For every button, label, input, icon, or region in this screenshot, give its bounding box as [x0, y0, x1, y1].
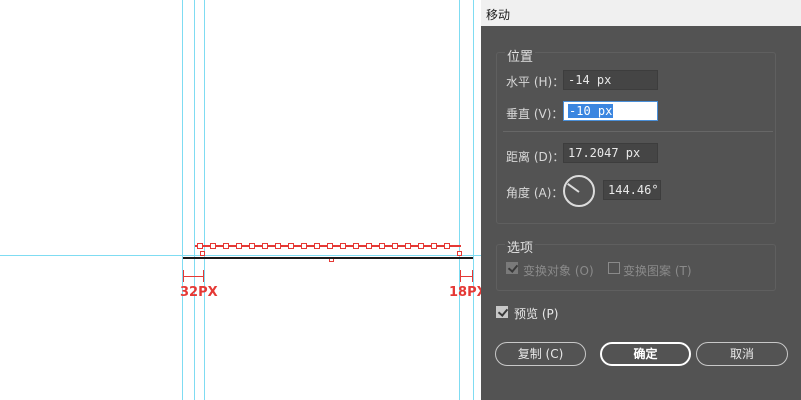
dimension-line: [183, 276, 204, 277]
artboard-canvas[interactable]: 32PX 18PX: [0, 0, 481, 400]
angle-dial-icon[interactable]: [563, 175, 595, 207]
segment-marker: [314, 243, 320, 249]
vertical-guide: [194, 0, 195, 400]
angle-label: 角度 (A)：: [506, 186, 564, 200]
segment-marker: [366, 243, 372, 249]
preview-checkbox[interactable]: [496, 306, 509, 318]
cancel-button[interactable]: 取消: [696, 342, 788, 366]
group-divider: [503, 131, 773, 132]
dimension-line: [460, 276, 473, 277]
checkmark-icon: [497, 306, 509, 317]
left-dimension-label: 32PX: [180, 285, 218, 300]
transform-patterns-checkbox[interactable]: [608, 262, 620, 274]
transform-patterns-label: 变换图案 (T): [623, 264, 692, 278]
segment-marker: [379, 243, 385, 249]
base-line[interactable]: [183, 257, 473, 259]
transform-objects-checkbox[interactable]: [506, 262, 519, 274]
segment-marker: [249, 243, 255, 249]
segment-marker: [418, 243, 424, 249]
dialog-title: 移动: [486, 8, 511, 22]
position-group-title: 位置: [505, 46, 536, 65]
segment-marker: [223, 243, 229, 249]
move-dialog: 移动 位置 水平 (H)： -14 px 垂直 (V)： -10 px 距离 (…: [481, 0, 801, 400]
vertical-guide: [182, 0, 183, 400]
right-dimension-label: 18PX: [449, 285, 481, 300]
vertical-input[interactable]: -10 px: [563, 101, 658, 121]
segment-marker: [392, 243, 398, 249]
vertical-guide: [204, 0, 205, 400]
vertical-guide: [473, 0, 474, 400]
segment-marker: [262, 243, 268, 249]
segment-marker: [197, 243, 203, 249]
segment-marker: [210, 243, 216, 249]
horizontal-input[interactable]: -14 px: [563, 70, 658, 90]
segment-marker: [236, 243, 242, 249]
segment-marker: [353, 243, 359, 249]
ok-button[interactable]: 确定: [600, 342, 691, 366]
copy-button[interactable]: 复制 (C): [495, 342, 586, 366]
segment-marker: [444, 243, 450, 249]
angle-input[interactable]: 144.46°: [603, 180, 661, 200]
vertical-guide: [459, 0, 460, 400]
horizontal-label: 水平 (H)：: [506, 75, 565, 89]
transform-objects-label: 变换对象 (O): [523, 264, 594, 278]
preview-label: 预览 (P): [514, 307, 559, 321]
checkmark-icon: [507, 262, 519, 273]
segment-marker: [431, 243, 437, 249]
segment-marker: [301, 243, 307, 249]
segment-marker: [327, 243, 333, 249]
segment-marker: [275, 243, 281, 249]
angle-dial-hand: [567, 182, 580, 193]
segment-marker: [340, 243, 346, 249]
dialog-titlebar[interactable]: 移动: [481, 0, 801, 26]
anchor-point[interactable]: [200, 251, 205, 256]
horizontal-guide: [0, 255, 481, 256]
distance-input[interactable]: 17.2047 px: [563, 143, 658, 163]
distance-label: 距离 (D)：: [506, 150, 565, 164]
segment-marker: [405, 243, 411, 249]
vertical-label: 垂直 (V)：: [506, 107, 564, 121]
anchor-point[interactable]: [457, 251, 462, 256]
segment-marker: [288, 243, 294, 249]
options-group-title: 选项: [505, 237, 536, 256]
vertical-input-selected-text: -10 px: [568, 104, 614, 118]
